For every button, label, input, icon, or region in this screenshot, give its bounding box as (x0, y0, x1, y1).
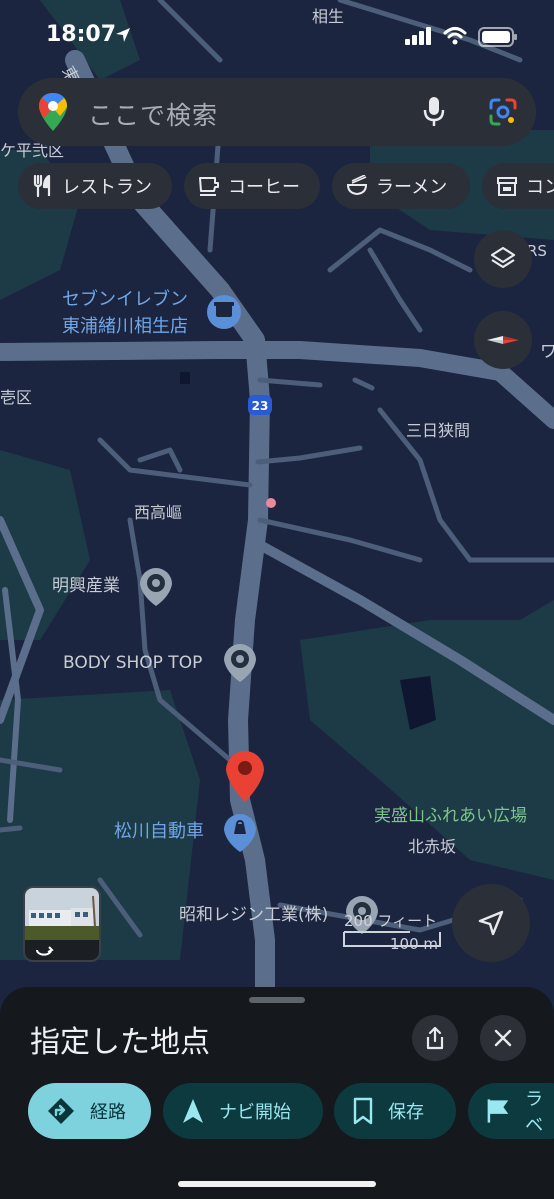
directions-icon (48, 1098, 74, 1124)
location-arrow-icon (116, 28, 130, 42)
map-label-wa: ワ (540, 342, 554, 362)
layers-icon (490, 246, 516, 269)
compass-icon (487, 336, 519, 344)
chip-label: ラーメン (376, 177, 448, 198)
transit-dot-icon[interactable] (266, 498, 276, 508)
map-label-ichi: 壱区 (0, 388, 32, 407)
start-navigation-button[interactable]: ナビ開始 (163, 1083, 323, 1139)
label-button-label: ラベ (525, 1089, 544, 1136)
save-button[interactable]: 保存 (334, 1083, 456, 1139)
street-view-thumbnail[interactable] (23, 886, 101, 962)
home-indicator[interactable] (178, 1181, 376, 1187)
google-maps-logo-icon (39, 93, 67, 131)
map-label-meiko: 明興産業 (52, 576, 120, 596)
navigation-arrow-icon (478, 910, 504, 936)
street-view-image (25, 888, 99, 960)
share-button[interactable] (412, 1015, 458, 1061)
place-title: 指定した地点 (30, 1025, 210, 1060)
map-label-bodyshop: BODY SHOP TOP (63, 653, 202, 673)
search-bar[interactable]: ここで検索 (18, 78, 536, 146)
status-time: 18:07 (46, 22, 117, 47)
chip-label: レストラン (62, 177, 152, 198)
directions-label: 経路 (90, 1102, 126, 1123)
scale-meters: 100 m (390, 935, 439, 953)
close-icon (494, 1029, 512, 1047)
label-button[interactable]: ラベ (468, 1083, 554, 1139)
map-label-mikkahazama: 三日狭間 (406, 421, 470, 440)
share-icon (426, 1026, 444, 1050)
map-scale: 200 フィート 100 m (342, 910, 442, 954)
poi-pin-seven-icon[interactable] (207, 295, 241, 329)
search-input[interactable]: ここで検索 (88, 96, 218, 132)
fork-knife-icon (33, 175, 51, 197)
close-button[interactable] (480, 1015, 526, 1061)
chip-label: コーヒー (228, 177, 300, 198)
map-label-seven-1: セブンイレブン (62, 288, 188, 310)
map-label-kitaakasaka: 北赤坂 (408, 837, 456, 856)
map-label-matsukawa: 松川自動車 (114, 821, 204, 842)
flag-icon (487, 1099, 509, 1123)
compass-button[interactable] (474, 311, 532, 369)
store-icon (497, 177, 517, 196)
navigation-icon (183, 1099, 203, 1123)
sheet-drag-handle[interactable] (249, 997, 305, 1003)
chip-restaurant[interactable]: レストラン (18, 163, 172, 209)
water-area (180, 372, 190, 384)
cellular-signal-icon (405, 27, 431, 45)
chip-label: コン (526, 177, 554, 198)
save-label: 保存 (388, 1102, 424, 1123)
coffee-icon (199, 177, 219, 196)
map-label-showa: 昭和レジン工業(株) (179, 905, 328, 925)
svg-text:23: 23 (252, 399, 269, 413)
scale-feet: 200 フィート (344, 912, 438, 930)
map-label-nishitakane: 西高嶇 (134, 503, 182, 522)
map-label-seven-2: 東浦緒川相生店 (62, 316, 188, 337)
status-bar: 18:07 (0, 0, 554, 72)
start-navigation-label: ナビ開始 (219, 1102, 291, 1123)
battery-icon (478, 27, 517, 47)
microphone-icon[interactable] (422, 96, 446, 128)
layers-button[interactable] (474, 230, 532, 288)
bookmark-icon (353, 1097, 373, 1125)
chip-coffee[interactable]: コーヒー (184, 163, 320, 209)
map-label-jissei: 実盛山ふれあい広場 (374, 806, 527, 826)
google-lens-icon[interactable] (488, 97, 518, 127)
chip-ramen[interactable]: ラーメン (332, 163, 470, 209)
wifi-icon (443, 27, 467, 45)
ramen-icon (346, 175, 368, 196)
my-location-button[interactable] (452, 884, 530, 962)
category-chips: レストラン コーヒー ラーメン コン (18, 163, 554, 209)
place-sheet[interactable]: 指定した地点 経路 ナビ開始 保存 ラベ (0, 987, 554, 1199)
directions-button[interactable]: 経路 (28, 1083, 151, 1139)
chip-convenience[interactable]: コン (482, 163, 554, 209)
route-23-shield: 23 (248, 395, 272, 415)
